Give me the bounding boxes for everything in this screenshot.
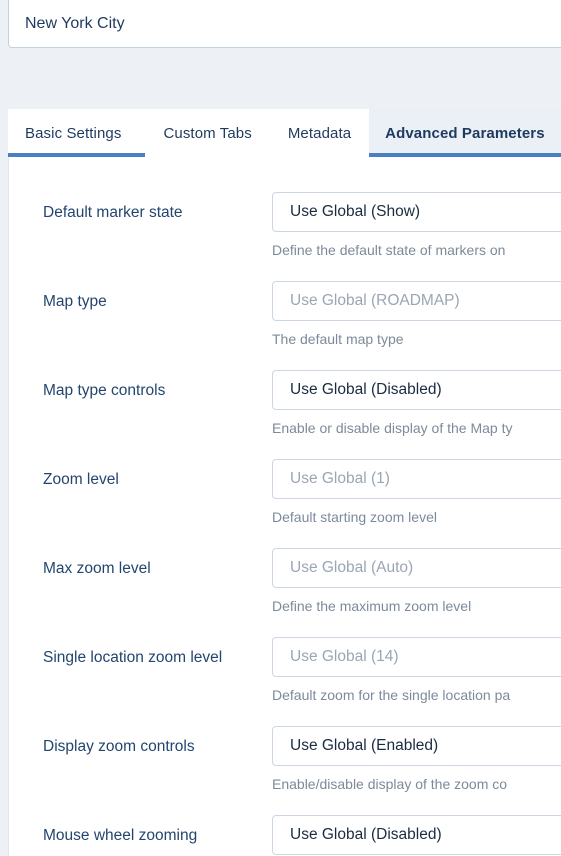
desc-single-location-zoom-level: Default zoom for the single location pa (272, 687, 511, 703)
label-zoom-level: Zoom level (43, 471, 119, 488)
location-name-input[interactable] (25, 14, 561, 33)
form-row-map-type: Map type The default map type (9, 281, 561, 370)
label-single-location-zoom-level: Single location zoom level (43, 649, 223, 666)
input-max-zoom-level[interactable] (272, 548, 561, 588)
content-spacer (0, 48, 561, 109)
name-field-container (8, 0, 561, 48)
label-map-type-controls: Map type controls (43, 382, 166, 399)
form-row-default-marker-state: Default marker state Use Global (Show) D… (9, 157, 561, 281)
page-left-gutter (0, 0, 8, 856)
tab-metadata[interactable]: Metadata (270, 109, 369, 157)
control-max-zoom-level: Define the maximum zoom level (272, 548, 561, 615)
tab-metadata-label: Metadata (287, 124, 352, 142)
form-row-display-zoom-controls: Display zoom controls Use Global (Enable… (9, 726, 561, 815)
desc-zoom-level: Default starting zoom level (272, 509, 437, 525)
form-row-mouse-wheel-zooming: Mouse wheel zooming Use Global (Disabled… (9, 815, 561, 856)
advanced-parameters-form: Default marker state Use Global (Show) D… (8, 157, 561, 856)
select-default-marker-state[interactable]: Use Global (Show) (272, 192, 561, 232)
tab-custom-tabs-label: Custom Tabs (163, 124, 252, 142)
tab-basic-settings[interactable]: Basic Settings (8, 109, 146, 157)
label-default-marker-state: Default marker state (43, 204, 183, 221)
control-zoom-level: Default starting zoom level (272, 459, 561, 526)
select-mouse-wheel-zooming[interactable]: Use Global (Disabled) (272, 815, 561, 855)
desc-map-type-controls: Enable or disable display of the Map ty (272, 420, 513, 436)
desc-map-type: The default map type (272, 331, 404, 347)
input-zoom-level[interactable] (272, 459, 561, 499)
label-map-type: Map type (43, 293, 107, 310)
control-map-type-controls: Use Global (Disabled) Enable or disable … (272, 370, 561, 437)
label-mouse-wheel-zooming: Mouse wheel zooming (43, 827, 198, 844)
label-max-zoom-level: Max zoom level (43, 560, 151, 577)
form-row-single-location-zoom-level: Single location zoom level Default zoom … (9, 637, 561, 726)
control-display-zoom-controls: Use Global (Enabled) Enable/disable disp… (272, 726, 561, 793)
tab-advanced-parameters[interactable]: Advanced Parameters (369, 109, 561, 157)
select-display-zoom-controls[interactable]: Use Global (Enabled) (272, 726, 561, 766)
control-single-location-zoom-level: Default zoom for the single location pa (272, 637, 561, 704)
control-map-type: The default map type (272, 281, 561, 348)
select-map-type-controls[interactable]: Use Global (Disabled) (272, 370, 561, 410)
form-row-max-zoom-level: Max zoom level Define the maximum zoom l… (9, 548, 561, 637)
control-mouse-wheel-zooming: Use Global (Disabled) (272, 815, 561, 856)
label-display-zoom-controls: Display zoom controls (43, 738, 195, 755)
desc-display-zoom-controls: Enable/disable display of the zoom co (272, 776, 508, 792)
desc-default-marker-state: Define the default state of markers on (272, 242, 506, 258)
input-single-location-zoom-level[interactable] (272, 637, 561, 677)
input-map-type[interactable] (272, 281, 561, 321)
form-row-zoom-level: Zoom level Default starting zoom level (9, 459, 561, 548)
tab-custom-tabs[interactable]: Custom Tabs (145, 109, 269, 157)
settings-tabbar: Basic Settings Custom Tabs Metadata Adva… (8, 109, 561, 157)
tab-advanced-parameters-label: Advanced Parameters (385, 124, 545, 142)
control-default-marker-state: Use Global (Show) Define the default sta… (272, 192, 561, 259)
desc-max-zoom-level: Define the maximum zoom level (272, 598, 472, 614)
form-row-map-type-controls: Map type controls Use Global (Disabled) … (9, 370, 561, 459)
tab-basic-settings-label: Basic Settings (25, 124, 122, 142)
